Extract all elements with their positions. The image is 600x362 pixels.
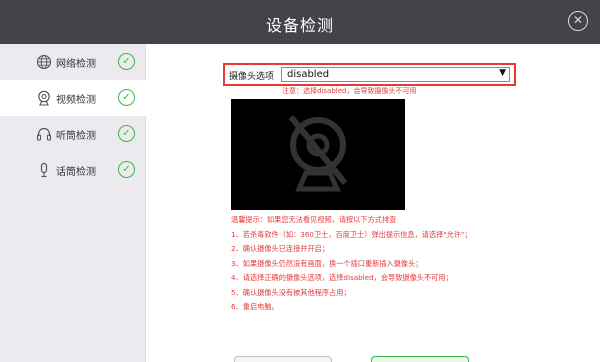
tips-step: 2、确认摄像头已连接并开启； bbox=[231, 244, 330, 253]
sidebar: 网络检测 ✓ 视频检测 ✓ 听筒检测 ✓ 话筒检测 ✓ bbox=[0, 44, 147, 362]
globe-icon bbox=[36, 54, 52, 70]
tips-step: 6、重启电脑。 bbox=[231, 302, 279, 311]
sidebar-item-video[interactable]: 视频检测 ✓ bbox=[0, 80, 147, 116]
headphones-icon bbox=[36, 127, 52, 141]
camera-select[interactable]: disabled ▼ bbox=[281, 67, 510, 82]
sidebar-item-network[interactable]: 网络检测 ✓ bbox=[0, 44, 145, 80]
microphone-icon bbox=[40, 162, 48, 178]
tips-heading: 温馨提示：如果您无法看见视频，请按以下方式排查 bbox=[231, 215, 397, 224]
primary-button[interactable] bbox=[371, 356, 469, 362]
sidebar-item-label: 听筒检测 bbox=[56, 131, 96, 142]
check-icon: ✓ bbox=[118, 53, 135, 70]
camera-select-value: disabled bbox=[287, 69, 330, 80]
title-bar: 设备检测 ✕ bbox=[0, 0, 600, 44]
chevron-down-icon[interactable]: ▼ bbox=[499, 68, 506, 78]
sidebar-item-earpiece[interactable]: 听筒检测 ✓ bbox=[0, 116, 145, 152]
tips-step: 1、若杀毒软件（如：360卫士，百度卫士）弹出提示信息，请选择"允许"； bbox=[231, 229, 472, 239]
secondary-button[interactable] bbox=[234, 356, 332, 362]
close-icon[interactable]: ✕ bbox=[568, 11, 588, 31]
camera-select-highlight: 摄像头选项 disabled ▼ bbox=[223, 63, 516, 86]
tips-step: 4、请选择正确的摄像头选项，选择disabled，会导致摄像头不可用； bbox=[231, 273, 453, 282]
main-panel: 摄像头选项 disabled ▼ 注意：选择disabled，会导致摄像头不可用… bbox=[147, 44, 600, 362]
disabled-warning: 注意：选择disabled，会导致摄像头不可用 bbox=[282, 87, 417, 95]
check-icon: ✓ bbox=[118, 161, 135, 178]
sidebar-item-label: 网络检测 bbox=[56, 59, 96, 70]
window-title: 设备检测 bbox=[265, 16, 334, 35]
tips-step: 3、如果摄像头仍然没有画面，换一个插口重新插入摄像头； bbox=[231, 258, 423, 268]
sidebar-item-microphone[interactable]: 话筒检测 ✓ bbox=[0, 152, 145, 188]
check-icon: ✓ bbox=[118, 89, 135, 106]
camera-select-label: 摄像头选项 bbox=[229, 72, 275, 82]
tips-step: 5、确认摄像头没有被其他程序占用； bbox=[231, 287, 351, 297]
video-preview bbox=[231, 99, 405, 210]
troubleshooting-tips: 温馨提示：如果您无法看见视频，请按以下方式排查 1、若杀毒软件（如：360卫士，… bbox=[231, 213, 591, 315]
webcam-icon bbox=[38, 90, 50, 106]
sidebar-item-label: 话筒检测 bbox=[56, 167, 96, 178]
check-icon: ✓ bbox=[118, 125, 135, 142]
camera-disabled-icon bbox=[288, 115, 348, 192]
sidebar-item-label: 视频检测 bbox=[56, 95, 96, 106]
